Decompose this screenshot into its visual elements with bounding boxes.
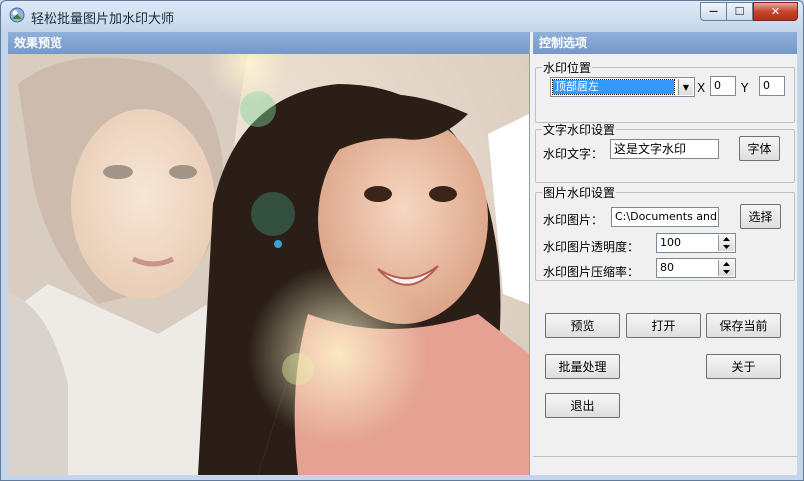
chevron-down-icon[interactable]: ▼ <box>678 79 693 95</box>
caption-buttons: — ☐ ✕ <box>700 2 798 22</box>
save-current-button[interactable]: 保存当前 <box>706 313 781 338</box>
preview-photo <box>8 54 529 475</box>
minimize-icon: — <box>709 6 718 17</box>
position-select-value: 顶部居左 <box>552 79 675 95</box>
font-button[interactable]: 字体 <box>739 136 780 161</box>
text-group-legend: 文字水印设置 <box>543 123 616 137</box>
position-group-legend: 水印位置 <box>543 61 592 75</box>
controls-header: 控制选项 <box>533 32 797 54</box>
window-title: 轻松批量图片加水印大师 <box>31 12 175 27</box>
batch-process-button[interactable]: 批量处理 <box>545 354 620 379</box>
close-button[interactable]: ✕ <box>753 2 798 21</box>
preview-header: 效果预览 <box>8 32 529 54</box>
minimize-button[interactable]: — <box>700 2 727 21</box>
select-image-button[interactable]: 选择 <box>740 204 781 229</box>
maximize-icon: ☐ <box>734 5 745 18</box>
opacity-spinner[interactable]: 100 <box>656 233 736 253</box>
opacity-label: 水印图片透明度： <box>543 240 640 254</box>
close-icon: ✕ <box>770 5 781 18</box>
preview-button[interactable]: 预览 <box>545 313 620 338</box>
x-input[interactable]: 0 <box>710 76 736 96</box>
image-group-legend: 图片水印设置 <box>543 186 616 200</box>
title-bar[interactable]: 轻松批量图片加水印大师 — ☐ ✕ <box>1 1 803 31</box>
status-bar <box>533 456 797 475</box>
open-button[interactable]: 打开 <box>626 313 701 338</box>
y-label: Y <box>741 81 749 95</box>
compression-label: 水印图片压缩率： <box>543 265 640 279</box>
y-input[interactable]: 0 <box>759 76 785 96</box>
watermark-image-path-input[interactable]: C:\Documents and Se <box>611 207 719 227</box>
watermark-text-input[interactable]: 这是文字水印 <box>610 139 719 159</box>
position-select[interactable]: 顶部居左 ▼ <box>550 77 695 97</box>
exit-button[interactable]: 退出 <box>545 393 620 418</box>
maximize-button[interactable]: ☐ <box>727 2 753 21</box>
compression-spinner[interactable]: 80 <box>656 258 736 278</box>
app-window: 轻松批量图片加水印大师 — ☐ ✕ 效果预览 控制选项 水印位置 顶部居左 ▼ … <box>0 0 804 481</box>
about-button[interactable]: 关于 <box>706 354 781 379</box>
watermark-text-label: 水印文字： <box>543 147 604 161</box>
opacity-value: 100 <box>660 236 681 249</box>
compression-value: 80 <box>660 261 674 274</box>
spin-arrows-icon[interactable] <box>718 235 734 251</box>
x-label: X <box>697 81 706 95</box>
preview-panel: 效果预览 <box>8 32 530 475</box>
watermark-image-label: 水印图片： <box>543 213 604 227</box>
control-panel: 控制选项 水印位置 顶部居左 ▼ X 0 Y 0 文字水印设置 水印文字： 这是… <box>533 32 797 475</box>
client-area: 效果预览 控制选项 水印位置 顶部居左 ▼ X 0 Y 0 文字水印设置 水印文… <box>8 32 797 475</box>
spin-arrows-icon[interactable] <box>718 260 734 276</box>
app-icon <box>9 7 25 23</box>
preview-image <box>8 54 529 475</box>
